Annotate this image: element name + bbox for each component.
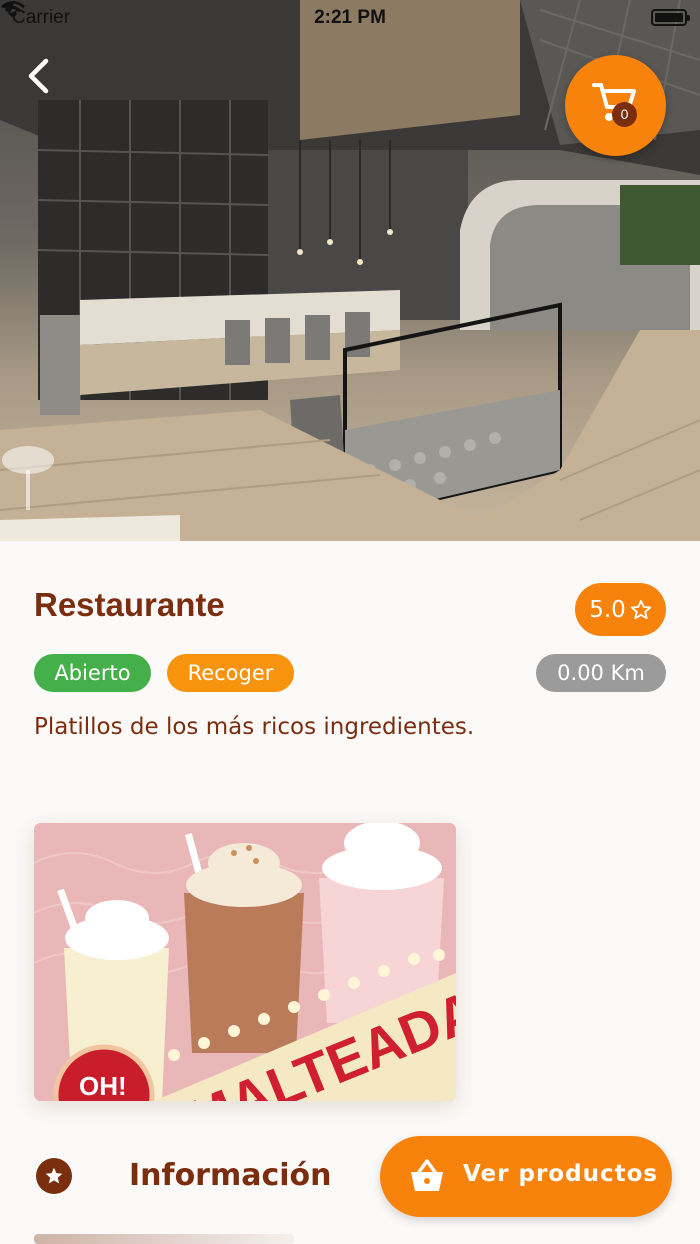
info-text-cutoff bbox=[34, 1234, 294, 1244]
chevron-left-icon bbox=[28, 58, 49, 94]
promo-image[interactable]: MALTEADAS OH! bbox=[34, 823, 456, 1101]
star-circle-icon bbox=[36, 1158, 72, 1194]
basket-icon bbox=[411, 1159, 443, 1191]
status-bar: Carrier 2:21 PM bbox=[0, 0, 700, 36]
restaurant-description: Platillos de los más ricos ingredientes. bbox=[34, 714, 475, 740]
cart-button[interactable]: 0 bbox=[565, 55, 666, 156]
rating-badge: 5.0 bbox=[575, 583, 666, 636]
battery-icon bbox=[651, 9, 690, 26]
status-time: 2:21 PM bbox=[314, 7, 386, 28]
promo-badge-text: OH! bbox=[79, 1071, 127, 1101]
view-products-label: Ver productos bbox=[463, 1161, 659, 1187]
star-outline-icon bbox=[630, 599, 651, 619]
milkshakes-promo-illustration: MALTEADAS OH! bbox=[34, 823, 456, 1101]
cart-count-badge: 0 bbox=[612, 102, 637, 127]
location-arrow-icon bbox=[1, 1, 15, 15]
info-section-title[interactable]: Información bbox=[129, 1158, 332, 1193]
mode-badge-pickup: Recoger bbox=[167, 654, 294, 692]
view-products-button[interactable]: Ver productos bbox=[380, 1136, 672, 1217]
restaurant-name: Restaurante bbox=[34, 586, 225, 623]
distance-badge: 0.00 Km bbox=[536, 654, 666, 692]
status-badge-open: Abierto bbox=[34, 654, 151, 692]
hero-image: Carrier 2:21 PM 0 bbox=[0, 0, 700, 541]
back-button[interactable] bbox=[26, 58, 72, 104]
rating-value: 5.0 bbox=[589, 596, 626, 623]
